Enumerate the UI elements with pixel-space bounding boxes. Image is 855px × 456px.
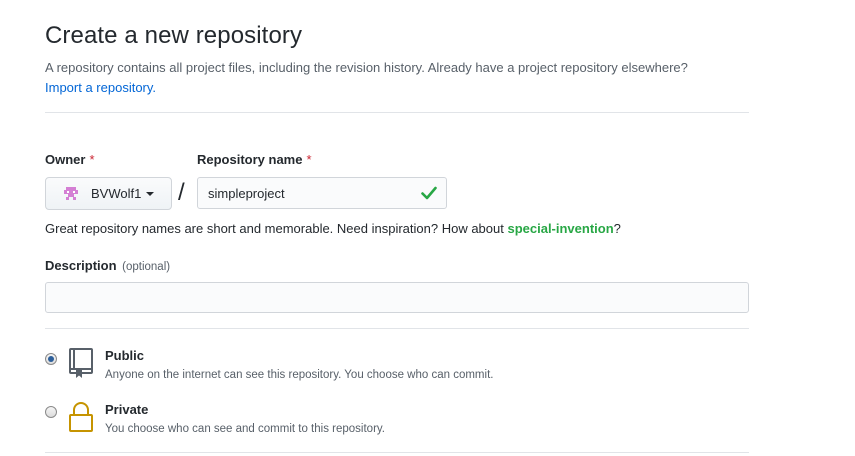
private-option-description: You choose who can see and commit to thi… (105, 423, 385, 435)
import-repository-link[interactable]: Import a repository. (45, 80, 156, 95)
description-label: Description (optional) (45, 258, 170, 273)
lock-icon (69, 402, 93, 432)
repo-name-value: simpleproject (208, 185, 285, 201)
owner-name: BVWolf1 (91, 186, 142, 201)
owner-label: Owner * (45, 152, 95, 167)
owner-repo-separator: / (178, 179, 185, 206)
description-input[interactable] (45, 282, 749, 313)
owner-label-text: Owner (45, 152, 86, 167)
repo-required-mark: * (306, 152, 312, 167)
private-option-title: Private (105, 402, 149, 417)
hint-end: ? (613, 221, 621, 236)
repo-icon (69, 348, 93, 378)
owner-required-mark: * (89, 152, 95, 167)
name-suggestion[interactable]: special-invention (507, 221, 613, 236)
header-divider (45, 112, 749, 113)
repo-name-label-text: Repository name (197, 152, 303, 167)
owner-avatar-icon (64, 186, 78, 200)
public-option-description: Anyone on the internet can see this repo… (105, 369, 494, 381)
page-subtitle: A repository contains all project files,… (45, 58, 745, 98)
repo-name-hint: Great repository names are short and mem… (45, 221, 621, 236)
repo-name-input[interactable]: simpleproject (197, 177, 447, 209)
hint-text: Great repository names are short and mem… (45, 221, 508, 236)
chevron-down-icon (146, 192, 155, 196)
private-radio[interactable] (45, 406, 57, 418)
subtitle-text: A repository contains all project files,… (45, 60, 688, 75)
check-icon (421, 186, 437, 200)
page-title: Create a new repository (45, 22, 303, 49)
public-radio[interactable] (45, 353, 57, 365)
visibility-divider-bottom (45, 452, 749, 453)
repo-name-label: Repository name * (197, 152, 312, 167)
owner-dropdown-button[interactable]: BVWolf1 (45, 177, 172, 210)
description-optional-note: (optional) (122, 261, 171, 273)
public-option-title: Public (105, 348, 145, 363)
description-label-text: Description (45, 258, 117, 273)
visibility-divider-top (45, 328, 749, 329)
